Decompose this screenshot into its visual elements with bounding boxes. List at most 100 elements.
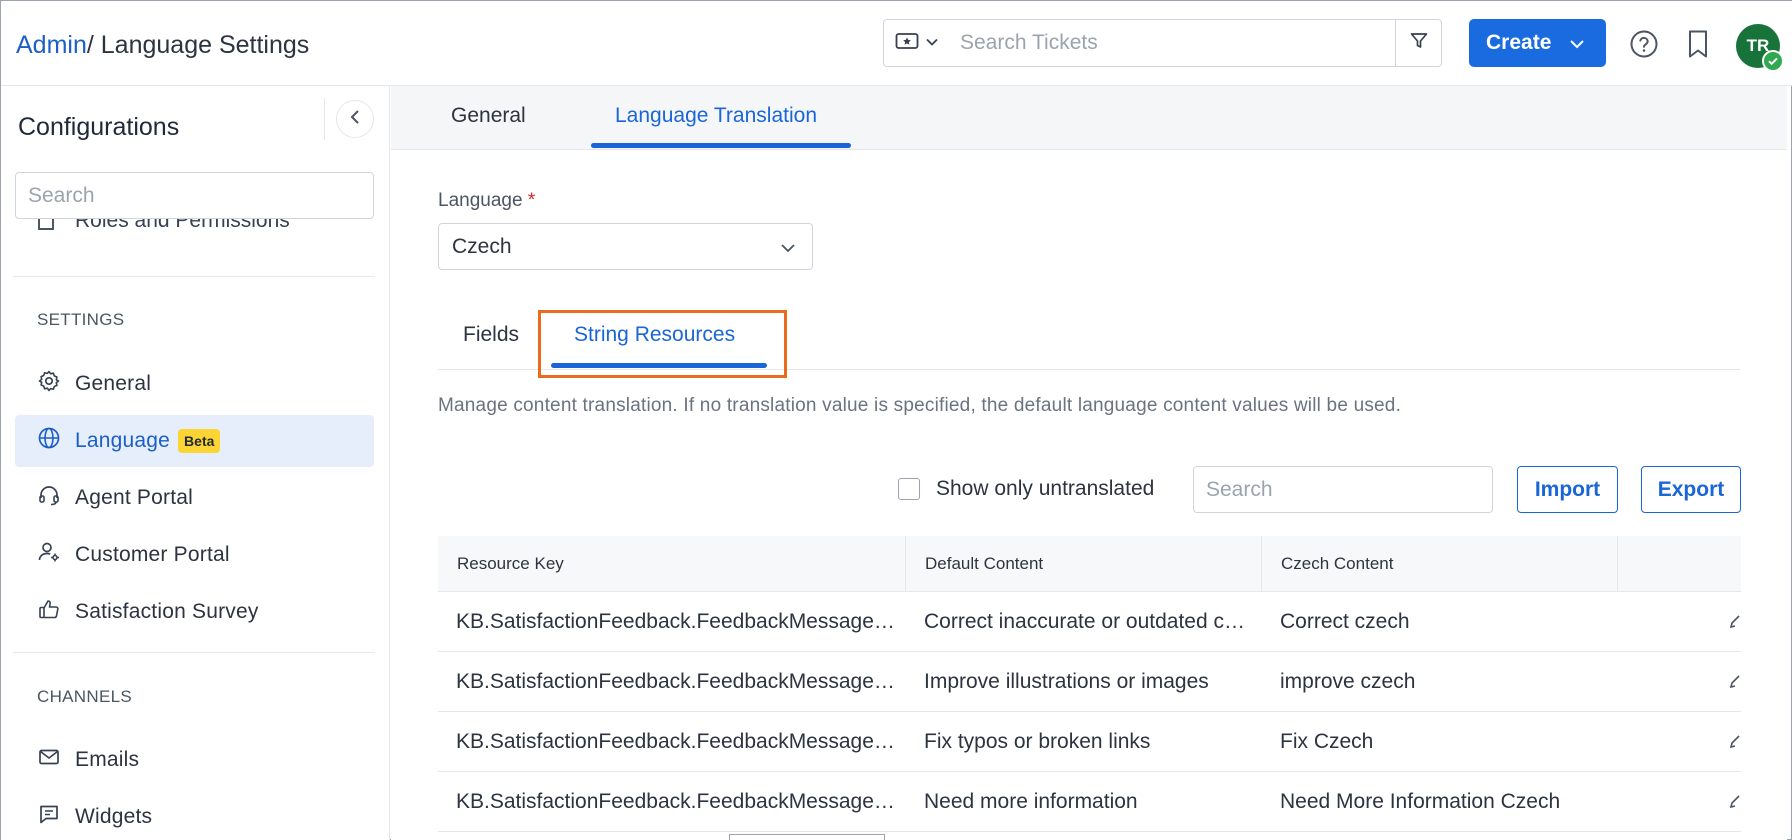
default-content-cell: Improve illustrations or images [924,669,1209,693]
beta-badge: Beta [178,429,221,453]
sidebar-section-settings: SETTINGS [37,310,125,329]
subtab-fields[interactable]: Fields [463,323,519,347]
row-actions-cell [1618,652,1741,711]
collapse-sidebar-button[interactable] [336,100,374,138]
table-row[interactable]: KB.SatisfactionFeedback.FeedbackMessage…… [438,652,1741,712]
czech-content-cell: Need More Information Czech [1280,789,1561,813]
sidebar-item-label: Customer Portal [75,543,230,566]
breadcrumb: Admin/ Language Settings [16,31,309,60]
column-header-default-content: Default Content [906,536,1262,591]
main-content: General Language Translation Language * … [391,86,1787,840]
language-select-value: Czech [452,234,512,258]
resource-key-cell: KB.SatisfactionFeedback.FeedbackMessage… [456,789,895,813]
sidebar-divider [13,276,375,277]
string-resources-table: Resource Key Default Content Czech Conte… [438,536,1741,832]
edit-icon[interactable] [1729,730,1741,754]
table-header: Resource Key Default Content Czech Conte… [438,536,1741,592]
ticket-type-selector[interactable] [884,20,950,66]
export-button[interactable]: Export [1641,466,1741,513]
sidebar-item-agent-portal[interactable]: Agent Portal [15,472,374,524]
row-actions-cell [1618,712,1741,771]
edit-icon[interactable] [1729,670,1741,694]
sidebar-title: Configurations [18,113,180,141]
table-row[interactable]: KB.SatisfactionFeedback.FeedbackMessage…… [438,712,1741,772]
thumbs-up-icon [37,597,61,627]
untranslated-checkbox[interactable] [898,478,920,500]
row-actions-cell [1618,772,1741,831]
column-header-resource-key: Resource Key [438,536,906,591]
edit-icon[interactable] [1729,790,1741,814]
sidebar-section-channels: CHANNELS [37,687,132,706]
sidebar-item-general[interactable]: General [15,358,374,410]
sidebar-item-label: Language [75,429,171,452]
language-field-label: Language * [438,190,535,212]
bookmark-icon[interactable] [1687,29,1709,64]
sidebar-item-label: Agent Portal [75,486,193,509]
resources-search-input[interactable] [1193,466,1493,513]
settings-tabs: General Language Translation [391,86,1787,150]
sidebar-item-customer-portal[interactable]: Customer Portal [15,529,374,581]
sidebar-item-language[interactable]: Language Beta [15,415,374,467]
headset-icon [37,483,61,513]
czech-content-cell: Correct czech [1280,609,1410,633]
resource-key-cell: KB.SatisfactionFeedback.FeedbackMessage… [456,729,895,753]
horizontal-scrollbar[interactable] [729,834,885,840]
import-button[interactable]: Import [1517,466,1618,513]
sidebar-item-emails[interactable]: Emails [15,734,374,786]
sidebar-item-satisfaction-survey[interactable]: Satisfaction Survey [15,586,374,638]
language-select[interactable]: Czech [438,223,813,270]
resource-key-cell: KB.SatisfactionFeedback.FeedbackMessage… [456,609,895,633]
row-actions-cell [1618,592,1741,651]
sidebar-item-label: General [75,372,152,395]
gear-icon [37,369,61,399]
globe-icon [37,426,61,456]
breadcrumb-current: / Language Settings [86,31,310,59]
sidebar-item-label: Satisfaction Survey [75,600,259,623]
sidebar-divider [13,652,375,653]
default-content-cell: Correct inaccurate or outdated c… [924,609,1245,633]
chevron-left-icon [349,109,361,130]
filter-button[interactable] [1395,20,1441,66]
resource-key-cell: KB.SatisfactionFeedback.FeedbackMessage… [456,669,895,693]
untranslated-label: Show only untranslated [936,477,1155,500]
edit-icon[interactable] [1729,610,1741,634]
chevron-down-icon [1569,31,1585,55]
tab-general[interactable]: General [451,104,526,128]
required-marker: * [527,190,536,211]
filter-icon [1409,31,1429,56]
highlight-annotation-box [538,310,787,378]
czech-content-cell: Fix Czech [1280,729,1374,753]
tab-language-translation[interactable]: Language Translation [615,104,817,128]
check-icon [1762,50,1784,72]
envelope-icon [37,745,61,775]
sidebar-item-label: Emails [75,748,140,771]
ticket-search-bar [883,19,1442,67]
sidebar-item-label: Widgets [75,805,153,828]
table-row[interactable]: KB.SatisfactionFeedback.FeedbackMessage…… [438,772,1741,832]
column-header-czech-content: Czech Content [1262,536,1618,591]
ticket-icon [895,32,919,55]
sidebar-item-roles-and-permissions[interactable]: Roles and Permissions [38,218,290,234]
sidebar-header-divider [324,98,325,140]
show-untranslated-toggle[interactable]: Show only untranslated [898,477,1154,501]
default-content-cell: Fix typos or broken links [924,729,1151,753]
user-gear-icon [37,540,61,570]
default-content-cell: Need more information [924,789,1138,813]
chevron-down-icon [780,235,796,259]
table-row[interactable]: KB.SatisfactionFeedback.FeedbackMessage…… [438,592,1741,652]
breadcrumb-admin-link[interactable]: Admin [16,31,87,59]
language-label-text: Language [438,190,523,211]
create-button[interactable]: Create [1469,19,1606,67]
chat-icon [37,802,61,832]
column-header-actions [1618,536,1741,591]
configurations-sidebar: Configurations Roles and Permissions SET… [1,86,390,840]
sidebar-search-input[interactable] [15,172,374,219]
ticket-search-input[interactable] [950,20,1395,66]
sidebar-item-widgets[interactable]: Widgets [15,791,374,840]
help-icon[interactable] [1629,29,1659,64]
active-tab-indicator [591,143,851,148]
translation-description: Manage content translation. If no transl… [438,395,1402,416]
czech-content-cell: improve czech [1280,669,1416,693]
chevron-down-icon [925,34,939,52]
create-button-label: Create [1486,31,1552,54]
